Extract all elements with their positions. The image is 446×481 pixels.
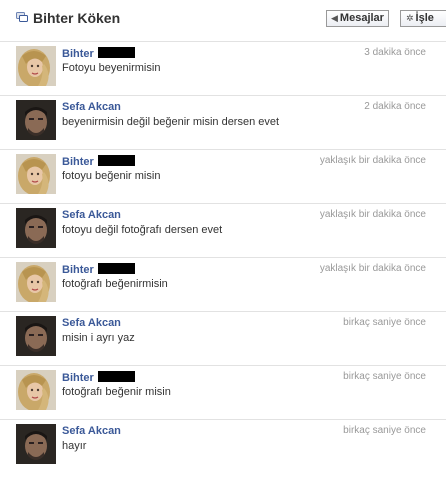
avatar[interactable] bbox=[16, 208, 56, 248]
avatar[interactable] bbox=[16, 46, 56, 86]
sender-row: Bihter bbox=[62, 371, 135, 384]
sender-name[interactable]: Bihter bbox=[62, 156, 94, 168]
message-timestamp: birkaç saniye önce bbox=[343, 425, 426, 436]
avatar[interactable] bbox=[16, 100, 56, 140]
message-item: Sefa Akcan fotoyu değil fotoğrafı dersen … bbox=[0, 203, 446, 257]
sender-row: Bihter bbox=[62, 263, 135, 276]
message-item: Sefa Akcan beyenirmisin değil beğenir mis… bbox=[0, 95, 446, 149]
sender-row: Sefa Akcan bbox=[62, 209, 121, 221]
message-item: Bihter fotoğrafı beğenir misin birkaç sani… bbox=[0, 365, 446, 419]
sender-name[interactable]: Sefa Akcan bbox=[62, 317, 121, 329]
message-item: Bihter Fotoyu beyenirmisin 3 dakika önce bbox=[0, 41, 446, 95]
sender-name[interactable]: Bihter bbox=[62, 264, 94, 276]
message-item: Bihter fotoyu beğenir misin yaklaşık bir d… bbox=[0, 149, 446, 203]
message-timestamp: 2 dakika önce bbox=[364, 101, 426, 112]
back-to-messages-button[interactable]: ◀ Mesajlar bbox=[326, 10, 389, 27]
message-item: Sefa Akcan hayır birkaç saniye önce bbox=[0, 419, 446, 473]
avatar[interactable] bbox=[16, 370, 56, 410]
message-text: fotoyu değil fotoğrafı dersen evet bbox=[62, 224, 223, 236]
message-timestamp: yaklaşık bir dakika önce bbox=[319, 263, 426, 274]
message-text: misin i ayrı yaz bbox=[62, 332, 135, 344]
message-timestamp: yaklaşık bir dakika önce bbox=[319, 155, 426, 166]
message-timestamp: birkaç saniye önce bbox=[343, 371, 426, 382]
message-text: fotoğrafı beğenir misin bbox=[62, 386, 171, 398]
sender-name[interactable]: Sefa Akcan bbox=[62, 101, 121, 113]
sender-row: Bihter bbox=[62, 47, 135, 60]
sender-name[interactable]: Bihter bbox=[62, 372, 94, 384]
thread-header: Bihter Köken ◀ Mesajlar ✲ İşle bbox=[0, 0, 446, 36]
message-thread-icon bbox=[16, 12, 28, 22]
message-item: Bihter fotoğrafı beğenirmisin yaklaşık bir… bbox=[0, 257, 446, 311]
redaction-bar bbox=[97, 47, 135, 58]
avatar[interactable] bbox=[16, 424, 56, 464]
redaction-bar bbox=[97, 263, 135, 274]
sender-row: Sefa Akcan bbox=[62, 317, 121, 329]
message-timestamp: birkaç saniye önce bbox=[343, 317, 426, 328]
sender-name[interactable]: Bihter bbox=[62, 48, 94, 60]
message-timestamp: 3 dakika önce bbox=[364, 47, 426, 58]
sender-row: Bihter bbox=[62, 155, 135, 168]
avatar[interactable] bbox=[16, 262, 56, 302]
message-list: Bihter Fotoyu beyenirmisin 3 dakika önce Se… bbox=[0, 41, 446, 473]
message-text: Fotoyu beyenirmisin bbox=[62, 62, 161, 74]
sender-row: Sefa Akcan bbox=[62, 425, 121, 437]
redaction-bar bbox=[97, 371, 135, 382]
sender-name[interactable]: Sefa Akcan bbox=[62, 209, 121, 221]
message-timestamp: yaklaşık bir dakika önce bbox=[319, 209, 426, 220]
redaction-bar bbox=[97, 155, 135, 166]
thread-title: Bihter Köken bbox=[33, 10, 121, 26]
message-text: fotoyu beğenir misin bbox=[62, 170, 161, 182]
gear-icon: ✲ bbox=[406, 13, 414, 23]
messages-button-label: Mesajlar bbox=[339, 12, 384, 24]
message-text: fotoğrafı beğenirmisin bbox=[62, 278, 168, 290]
message-item: Sefa Akcan misin i ayrı yaz birkaç saniye … bbox=[0, 311, 446, 365]
actions-button[interactable]: ✲ İşle bbox=[400, 10, 446, 27]
avatar[interactable] bbox=[16, 154, 56, 194]
message-text: hayır bbox=[62, 440, 87, 452]
sender-row: Sefa Akcan bbox=[62, 101, 121, 113]
actions-button-label: İşle bbox=[415, 12, 434, 24]
sender-name[interactable]: Sefa Akcan bbox=[62, 425, 121, 437]
message-text: beyenirmisin değil beğenir misin dersen … bbox=[62, 116, 280, 128]
avatar[interactable] bbox=[16, 316, 56, 356]
back-arrow-icon: ◀ bbox=[331, 13, 338, 23]
